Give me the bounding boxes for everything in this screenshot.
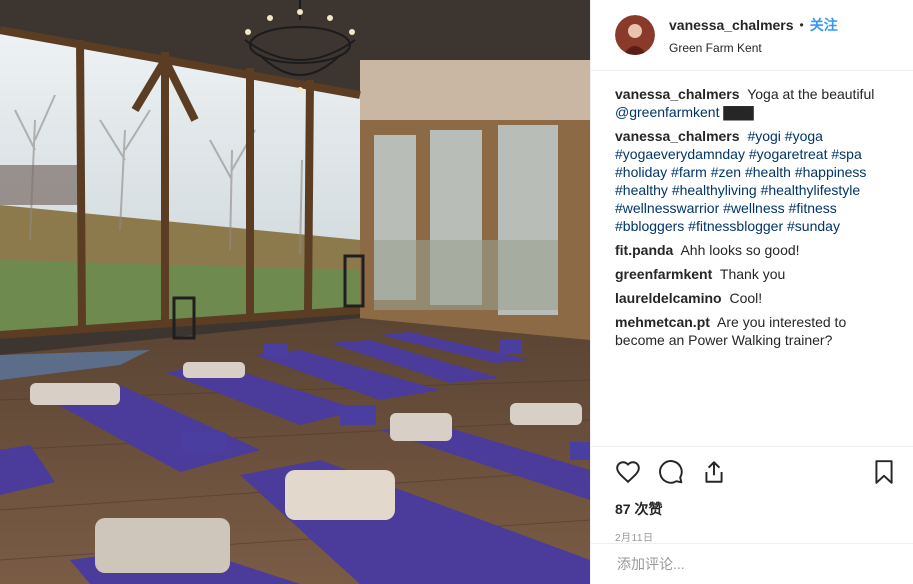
location-link[interactable]: Green Farm Kent (669, 41, 838, 55)
hashtag-link[interactable]: #farm (671, 164, 707, 180)
hashtag-link[interactable]: #spa (831, 146, 861, 162)
instagram-post: vanessa_chalmers • 关注 Green Farm Kent va… (0, 0, 913, 584)
hashtag-link[interactable]: #bbloggers (615, 218, 684, 234)
caption-username[interactable]: vanessa_chalmers (615, 86, 740, 102)
comments-list: vanessa_chalmers Yoga at the beautiful @… (591, 71, 913, 349)
comment-item: greenfarmkent Thank you (615, 265, 897, 283)
comment-text: Thank you (719, 266, 786, 282)
action-icons (615, 459, 897, 485)
hashtag-link[interactable]: #fitnessblogger (688, 218, 783, 234)
hashtag-link[interactable]: #zen (711, 164, 741, 180)
hashtag-link[interactable]: #healthy (615, 182, 668, 198)
bookmark-icon[interactable] (871, 459, 897, 485)
hashtag-link[interactable]: #yogi (747, 128, 780, 144)
hashtag-link[interactable]: #yogaretreat (749, 146, 828, 162)
comment-text: Cool! (729, 290, 763, 306)
comment-item: mehmetcan.pt Are you interested to becom… (615, 313, 897, 349)
hashtag-link[interactable]: #sunday (787, 218, 840, 234)
add-comment-bar (591, 543, 913, 584)
follow-button[interactable]: 关注 (810, 15, 838, 35)
comment-username[interactable]: greenfarmkent (615, 266, 712, 282)
hashtag-link[interactable]: #holiday (615, 164, 667, 180)
likes-count[interactable]: 87 次赞 (615, 499, 897, 519)
post-date: 2月11日 (615, 533, 654, 544)
caption: vanessa_chalmers Yoga at the beautiful @… (615, 85, 897, 121)
share-icon[interactable] (701, 459, 727, 485)
comment-username[interactable]: laureldelcamino (615, 290, 722, 306)
post-actions: 87 次赞 2月11日 (591, 446, 913, 544)
comment-icon[interactable] (658, 459, 684, 485)
hashtag-link[interactable]: #happiness (795, 164, 867, 180)
hashtag-link[interactable]: #fitness (789, 200, 837, 216)
yoga-studio-image (0, 0, 590, 584)
caption-symbols: ▇▇▇ (723, 104, 753, 120)
header-meta: vanessa_chalmers • 关注 Green Farm Kent (669, 15, 838, 55)
header-separator: • (799, 18, 804, 32)
comment-item: fit.panda Ahh looks so good! (615, 241, 897, 259)
comment-item: laureldelcamino Cool! (615, 289, 897, 307)
hashtag-link[interactable]: #health (745, 164, 791, 180)
avatar[interactable] (615, 15, 655, 55)
comment-username[interactable]: mehmetcan.pt (615, 314, 710, 330)
comment-username[interactable]: fit.panda (615, 242, 673, 258)
hashtag-link[interactable]: #healthyliving (672, 182, 757, 198)
comment-text: Ahh looks so good! (680, 242, 800, 258)
hashtag-link[interactable]: #yogaeverydamnday (615, 146, 745, 162)
add-comment-input[interactable] (615, 555, 889, 573)
header-username[interactable]: vanessa_chalmers (669, 17, 794, 33)
post-header: vanessa_chalmers • 关注 Green Farm Kent (591, 0, 913, 71)
caption-text: Yoga at the beautiful (747, 86, 875, 102)
hashtag-link[interactable]: #yoga (785, 128, 823, 144)
post-photo[interactable] (0, 0, 590, 584)
avatar-image (615, 15, 655, 55)
post-sidebar: vanessa_chalmers • 关注 Green Farm Kent va… (590, 0, 913, 584)
caption-mention[interactable]: @greenfarmkent (615, 104, 719, 120)
hashtag-comment: vanessa_chalmers #yogi #yoga #yogaeveryd… (615, 127, 897, 235)
heart-icon[interactable] (615, 459, 641, 485)
hashtag-comment-username[interactable]: vanessa_chalmers (615, 128, 740, 144)
hashtag-link[interactable]: #wellnesswarrior (615, 200, 719, 216)
header-row: vanessa_chalmers • 关注 (669, 15, 838, 35)
hashtag-link[interactable]: #wellness (723, 200, 784, 216)
hashtag-link[interactable]: #healthylifestyle (761, 182, 861, 198)
